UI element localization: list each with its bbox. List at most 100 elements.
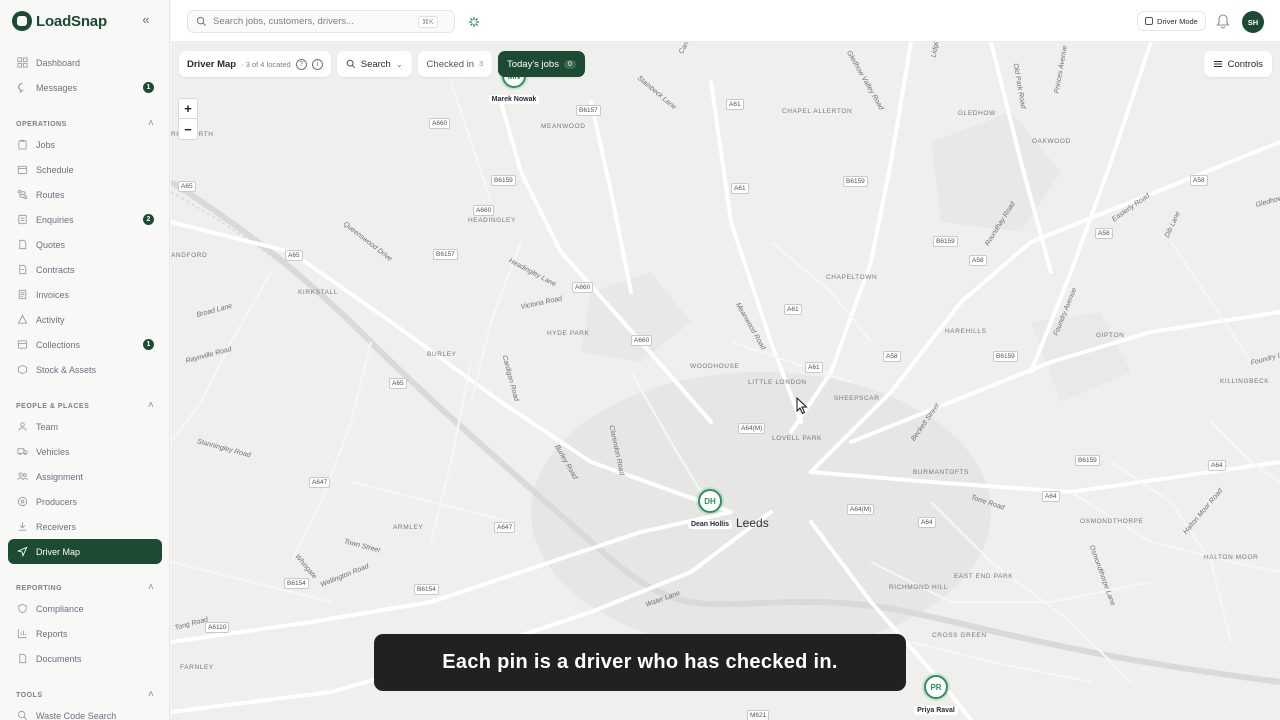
checked-in-filter[interactable]: Checked in 3: [417, 51, 492, 77]
driver-pin[interactable]: PR Priya Raval: [906, 675, 966, 717]
location-icon: [16, 496, 28, 508]
sidebar-item-waste-code-search[interactable]: Waste Code Search: [8, 703, 162, 720]
map-area-label: OAKWOOD: [1032, 138, 1071, 145]
shield-icon: [16, 603, 28, 615]
sidebar-item-driver-map[interactable]: Driver Map: [8, 539, 162, 564]
sidebar-item-label: Jobs: [36, 139, 56, 150]
info-icon[interactable]: i: [311, 58, 323, 70]
map-controls-button[interactable]: Controls: [1203, 51, 1272, 77]
road-shield: B6159: [993, 351, 1018, 362]
sidebar-item-activity[interactable]: Activity: [8, 307, 162, 332]
sidebar-item-label: Receivers: [36, 521, 77, 532]
road-shield: B6159: [843, 176, 868, 187]
section-reporting[interactable]: REPORTING ˄: [8, 576, 162, 596]
sidebar-item-team[interactable]: Team: [8, 414, 162, 439]
sidebar-item-enquiries[interactable]: Enquiries 2: [8, 207, 162, 232]
road-shield: A61: [731, 183, 749, 194]
road-shield: B6154: [284, 578, 309, 589]
loadsnap-logo-icon: [12, 11, 32, 31]
driver-map-canvas[interactable]: KIRKSTALL HEADINGLEY MEANWOOD CHAPEL ALL…: [171, 42, 1280, 720]
phone-icon: [1145, 17, 1153, 25]
route-icon: [16, 189, 28, 201]
search-input[interactable]: [213, 16, 418, 27]
chart-icon: [16, 628, 28, 640]
sidebar-item-contracts[interactable]: Contracts: [8, 257, 162, 282]
sidebar-item-label: Documents: [36, 653, 82, 664]
section-title: OPERATIONS: [16, 121, 67, 128]
sidebar-item-reports[interactable]: Reports: [8, 621, 162, 646]
sidebar-item-vehicles[interactable]: Vehicles: [8, 439, 162, 464]
zoom-in-button[interactable]: +: [179, 99, 197, 119]
sidebar-item-quotes[interactable]: Quotes: [8, 232, 162, 257]
road-shield: M621: [747, 710, 770, 720]
sidebar-item-dashboard[interactable]: Dashboard: [8, 50, 162, 75]
sidebar-item-label: Reports: [36, 628, 68, 639]
sidebar-item-stock-assets[interactable]: Stock & Assets: [8, 357, 162, 382]
city-label: Leeds: [736, 516, 769, 530]
section-people-places[interactable]: PEOPLE & PLACES ˄: [8, 394, 162, 414]
section-tools[interactable]: TOOLS ˄: [8, 683, 162, 703]
sidebar-item-label: Vehicles: [36, 446, 70, 457]
enquiry-icon: [16, 214, 28, 226]
sidebar-item-messages[interactable]: Messages 1: [8, 75, 162, 100]
bell-icon[interactable]: [1216, 13, 1230, 29]
sidebar-item-jobs[interactable]: Jobs: [8, 132, 162, 157]
chevron-up-icon: ˄: [148, 582, 154, 592]
chevron-up-icon: ˄: [148, 400, 154, 410]
driver-mode-button[interactable]: Driver Mode: [1137, 11, 1206, 31]
user-avatar[interactable]: SH: [1242, 11, 1264, 33]
sidebar-item-receivers[interactable]: Receivers: [8, 514, 162, 539]
sidebar-item-producers[interactable]: Producers: [8, 489, 162, 514]
section-operations[interactable]: OPERATIONS ˄: [8, 112, 162, 132]
sidebar-item-collections[interactable]: Collections 1: [8, 332, 162, 357]
sidebar-item-compliance[interactable]: Compliance: [8, 596, 162, 621]
map-area-label: BURLEY: [427, 351, 457, 358]
map-area-label: CHAPELTOWN: [826, 274, 878, 281]
road-shield: A61: [805, 362, 823, 373]
road-shield: A647: [309, 477, 331, 488]
road-shield: A65: [178, 181, 196, 192]
map-area-label: HAREHILLS: [945, 328, 987, 335]
driver-pin[interactable]: DH Dean Hollis: [680, 489, 740, 531]
driver-pin-initials: PR: [924, 675, 948, 699]
map-area-label: KIRKSTALL: [298, 289, 338, 296]
sidebar-item-assignment[interactable]: Assignment: [8, 464, 162, 489]
road-shield: B6159: [1075, 455, 1100, 466]
road-shield: A660: [572, 282, 594, 293]
collection-icon: [16, 339, 28, 351]
chevron-up-icon: ˄: [148, 118, 154, 128]
map-area-label: OSMONDTHORPE: [1080, 518, 1144, 525]
map-area-label: CHAPEL ALLERTON: [782, 108, 853, 115]
sidebar-item-schedule[interactable]: Schedule: [8, 157, 162, 182]
sidebar-nav: Dashboard Messages 1 OPERATIONS ˄ Jobs Sc…: [8, 50, 162, 720]
sidebar-item-invoices[interactable]: Invoices: [8, 282, 162, 307]
map-toolbar: Driver Map · 3 of 4 located ? i Search ⌄…: [179, 51, 585, 77]
sidebar: LoadSnap « Dashboard Messages 1 OPERATIO…: [0, 0, 170, 720]
topbar: ⌘K Driver Mode SH: [171, 0, 1280, 42]
sidebar-item-documents[interactable]: Documents: [8, 646, 162, 671]
help-icon[interactable]: ?: [295, 58, 307, 70]
map-area-label: EAST END PARK: [954, 573, 1014, 580]
road-shield: B6154: [414, 584, 439, 595]
map-area-label: GLEDHOW: [958, 110, 996, 117]
sidebar-item-label: Schedule: [36, 164, 74, 175]
road-shield: A58: [969, 255, 987, 266]
ai-sparkle-button[interactable]: [463, 11, 485, 32]
zoom-out-button[interactable]: −: [179, 119, 197, 139]
global-search[interactable]: ⌘K: [187, 10, 455, 33]
brand[interactable]: LoadSnap: [12, 10, 107, 32]
todays-jobs-filter[interactable]: Today's jobs 0: [497, 51, 585, 77]
clipboard-icon: [16, 139, 28, 151]
sidebar-item-label: Contracts: [36, 264, 75, 275]
road-shield: B6157: [433, 249, 458, 260]
todays-jobs-label: Today's jobs: [506, 58, 559, 70]
road-shield: A61: [726, 99, 744, 110]
map-area-label: GIPTON: [1096, 332, 1125, 339]
sidebar-item-routes[interactable]: Routes: [8, 182, 162, 207]
sliders-icon: [1213, 61, 1222, 67]
sidebar-item-label: Messages: [36, 82, 78, 93]
collapse-sidebar-button[interactable]: «: [138, 12, 154, 30]
section-title: PEOPLE & PLACES: [16, 403, 90, 410]
map-search-button[interactable]: Search ⌄: [336, 51, 412, 77]
road-shield: A660: [429, 118, 451, 129]
